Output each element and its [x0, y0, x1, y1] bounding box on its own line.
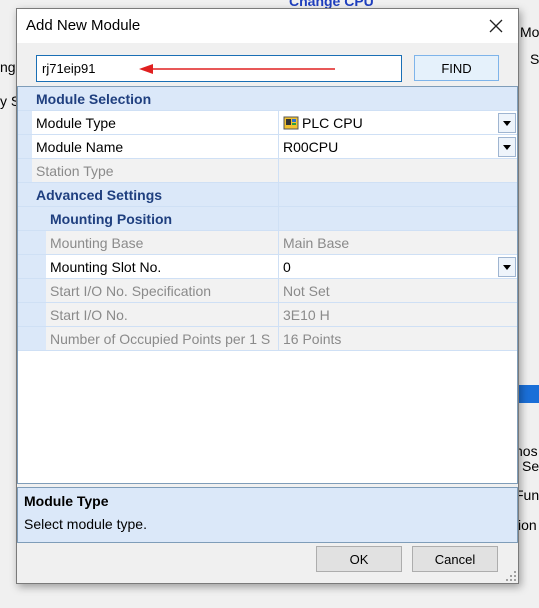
row-label: Module Type	[36, 115, 116, 131]
resize-grip-icon[interactable]	[506, 571, 516, 581]
property-grid: Module Selection Module Type PLC CPU Mod…	[17, 86, 518, 484]
select-value: PLC CPU	[302, 115, 363, 131]
mounting-slot-dropdown[interactable]	[498, 257, 516, 277]
row-margin	[18, 279, 46, 302]
module-type-select[interactable]: PLC CPU	[278, 111, 517, 135]
category-label: Mounting Position	[50, 211, 173, 227]
occupied-points-value: 16 Points	[283, 331, 342, 347]
bg-blue-bar	[519, 385, 539, 403]
close-icon	[489, 19, 503, 33]
category-mounting-position[interactable]: Mounting Position	[18, 207, 517, 231]
category-advanced-settings[interactable]: Advanced Settings	[18, 183, 517, 207]
red-arrow-annotation	[139, 64, 335, 74]
ok-button[interactable]: OK	[316, 546, 402, 572]
mounting-base-value: Main Base	[283, 235, 350, 251]
module-type-dropdown[interactable]	[498, 113, 516, 133]
row-module-name[interactable]: Module Name R00CPU	[18, 135, 517, 159]
row-mounting-base: Mounting Base Main Base	[18, 231, 517, 255]
bg-text-ion: ion	[518, 517, 537, 533]
chevron-down-icon	[503, 144, 511, 150]
description-panel: Module Type Select module type.	[17, 487, 518, 543]
bg-text-mo: Mo	[520, 24, 539, 40]
row-margin	[18, 159, 32, 182]
row-margin	[18, 111, 32, 134]
title-bar: Add New Module	[17, 9, 518, 43]
find-button[interactable]: FIND	[414, 55, 499, 81]
row-margin	[18, 327, 46, 350]
bg-text-se: Se	[522, 458, 539, 474]
row-margin	[18, 303, 46, 326]
mounting-slot-select[interactable]: 0	[278, 255, 517, 279]
bg-text-ng: ng	[0, 59, 16, 75]
row-module-type[interactable]: Module Type PLC CPU	[18, 111, 517, 135]
start-io-value: 3E10 H	[283, 307, 330, 323]
row-occupied-points: Number of Occupied Points per 1 S 16 Poi…	[18, 327, 517, 351]
row-margin	[18, 231, 46, 254]
category-label: Module Selection	[36, 91, 152, 107]
description-text: Select module type.	[24, 516, 147, 532]
row-label: Module Name	[36, 139, 124, 155]
close-button[interactable]	[474, 9, 518, 43]
row-label: Number of Occupied Points per 1 S	[50, 331, 271, 347]
bg-text-s: S	[530, 51, 539, 67]
row-label: Start I/O No.	[50, 307, 128, 323]
row-label: Mounting Base	[50, 235, 144, 251]
chevron-down-icon	[503, 264, 511, 270]
dialog-title: Add New Module	[26, 17, 141, 34]
row-mounting-slot[interactable]: Mounting Slot No. 0	[18, 255, 517, 279]
row-label: Mounting Slot No.	[50, 259, 162, 275]
category-label: Advanced Settings	[36, 187, 163, 203]
module-name-select[interactable]: R00CPU	[278, 135, 517, 159]
row-label: Start I/O No. Specification	[50, 283, 212, 299]
row-margin	[18, 135, 32, 158]
start-io-spec-value: Not Set	[283, 283, 330, 299]
row-margin	[18, 255, 46, 278]
row-station-type: Station Type	[18, 159, 517, 183]
station-type-value	[278, 159, 517, 183]
row-start-io: Start I/O No. 3E10 H	[18, 303, 517, 327]
chevron-down-icon	[503, 120, 511, 126]
add-new-module-dialog: Add New Module FIND Module Selection Mod…	[16, 8, 519, 584]
cancel-button[interactable]: Cancel	[412, 546, 498, 572]
description-title: Module Type	[24, 493, 109, 509]
row-label: Station Type	[36, 163, 114, 179]
row-start-io-spec: Start I/O No. Specification Not Set	[18, 279, 517, 303]
category-module-selection[interactable]: Module Selection	[18, 87, 517, 111]
grid-column-divider	[278, 111, 279, 351]
module-name-dropdown[interactable]	[498, 137, 516, 157]
plc-cpu-icon	[283, 116, 299, 130]
